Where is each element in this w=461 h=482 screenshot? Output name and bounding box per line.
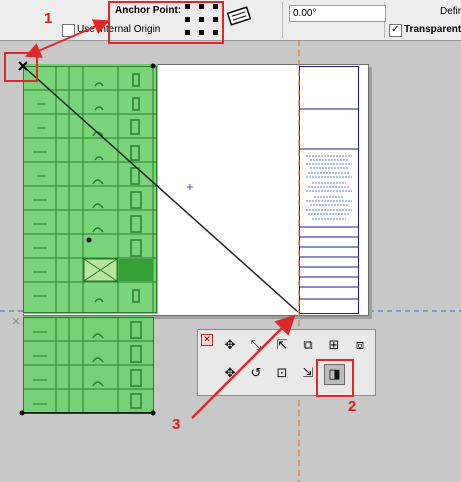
callout-number-2: 2: [348, 398, 357, 415]
callout-number-1: 1: [44, 10, 53, 27]
callout-arrows: [24, 19, 296, 419]
callout-number-3: 3: [172, 416, 181, 433]
